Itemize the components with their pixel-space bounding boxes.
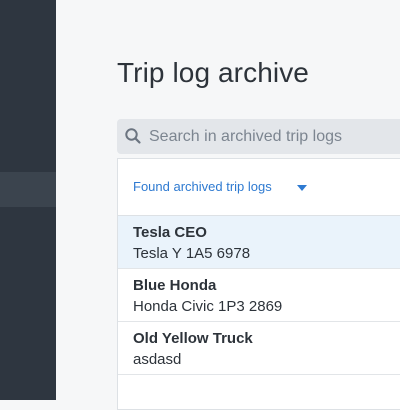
trip-log-vehicle: Honda Civic 1P3 2869 — [133, 298, 283, 315]
search-bar — [117, 119, 400, 154]
trip-log-vehicle: asdasd — [133, 351, 182, 368]
trip-log-name: Tesla CEO — [133, 224, 207, 241]
trip-log-name: Old Yellow Truck — [133, 330, 253, 347]
sidebar — [0, 0, 56, 400]
trip-log-item[interactable]: Tesla CEO Tesla Y 1A5 6978 — [118, 216, 400, 269]
sidebar-item-active[interactable] — [0, 172, 56, 207]
trip-log-vehicle: Tesla Y 1A5 6978 — [133, 245, 251, 262]
trip-log-item[interactable]: Blue Honda Honda Civic 1P3 2869 — [118, 269, 400, 322]
trip-log-item[interactable]: Old Yellow Truck asdasd — [118, 322, 400, 375]
search-icon — [124, 127, 142, 145]
search-input[interactable] — [149, 119, 400, 154]
page-title: Trip log archive — [117, 56, 309, 88]
trip-log-name: Blue Honda — [133, 277, 217, 294]
filter-dropdown-label: Found archived trip logs — [133, 179, 272, 194]
chevron-down-icon — [297, 185, 307, 191]
filter-dropdown[interactable]: Found archived trip logs — [118, 159, 400, 216]
main-content: Trip log archive Found archived trip log… — [56, 0, 400, 410]
trip-log-panel: Found archived trip logs Tesla CEO Tesla… — [117, 158, 400, 410]
